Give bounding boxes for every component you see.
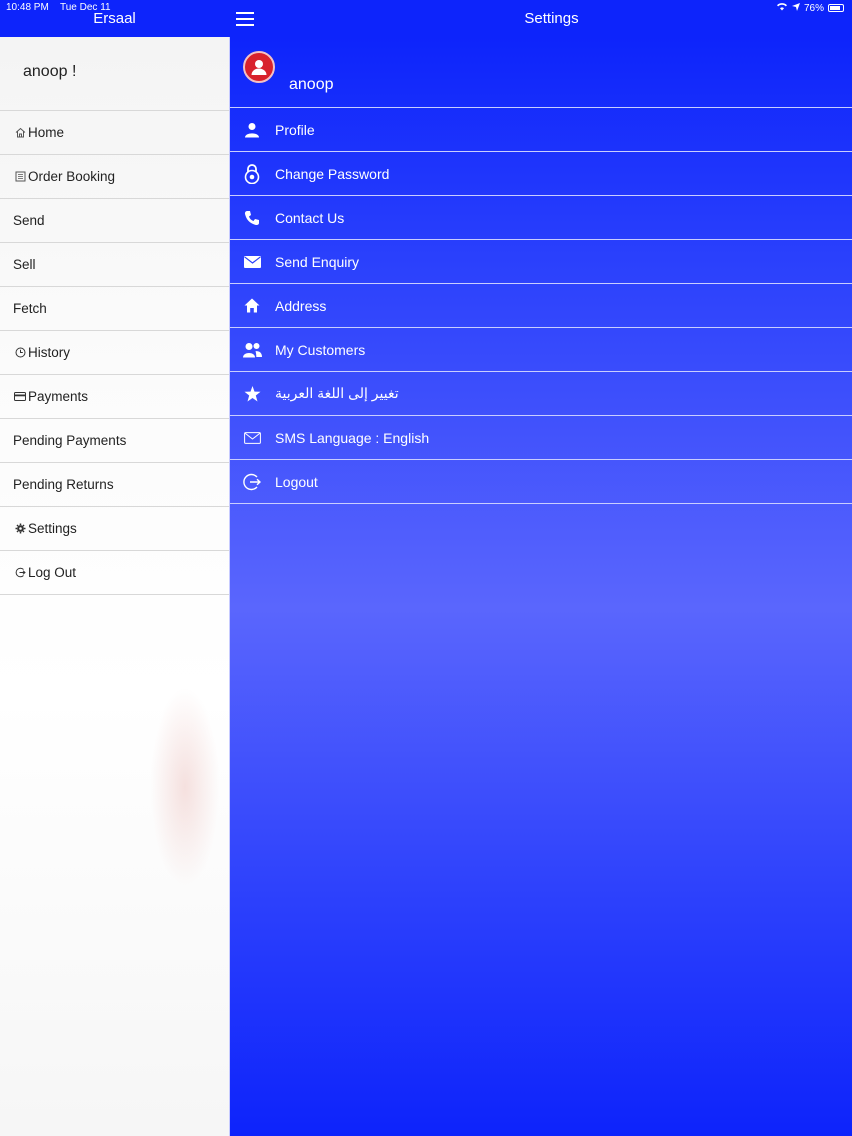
star-icon bbox=[230, 385, 274, 402]
gear-icon bbox=[13, 523, 27, 534]
settings-item-logout[interactable]: Logout bbox=[230, 460, 852, 504]
drawer-item-pending-returns[interactable]: Pending Returns bbox=[0, 463, 229, 507]
profile-header: anoop bbox=[230, 37, 852, 108]
drawer-item-send[interactable]: Send bbox=[0, 199, 229, 243]
people-icon bbox=[230, 342, 274, 358]
drawer-item-order-booking[interactable]: Order Booking bbox=[0, 155, 229, 199]
settings-panel: anoop Profile Change Password Contact Us… bbox=[229, 37, 852, 1136]
settings-item-label: Address bbox=[275, 297, 327, 314]
settings-item-label: Contact Us bbox=[275, 209, 345, 226]
envelope-icon bbox=[230, 255, 274, 268]
drawer-item-pending-payments[interactable]: Pending Payments bbox=[0, 419, 229, 463]
lock-icon bbox=[230, 163, 274, 184]
home-outline-icon bbox=[13, 127, 27, 138]
drawer-item-label: Send bbox=[13, 213, 45, 228]
drawer-item-fetch[interactable]: Fetch bbox=[0, 287, 229, 331]
drawer-background-image bbox=[150, 687, 220, 887]
drawer-greeting: anoop ! bbox=[0, 37, 229, 111]
list-icon bbox=[13, 171, 27, 182]
clock-icon bbox=[13, 347, 27, 358]
avatar-icon[interactable] bbox=[243, 51, 275, 83]
settings-item-label: Change Password bbox=[275, 165, 390, 182]
drawer-item-label: Home bbox=[28, 125, 65, 140]
drawer-item-payments[interactable]: Payments bbox=[0, 375, 229, 419]
logout-icon bbox=[13, 567, 27, 578]
settings-item-label: My Customers bbox=[275, 341, 366, 358]
settings-item-my-customers[interactable]: My Customers bbox=[230, 328, 852, 372]
app-title: Ersaal bbox=[93, 10, 136, 27]
drawer-item-home[interactable]: Home bbox=[0, 111, 229, 155]
drawer-item-history[interactable]: History bbox=[0, 331, 229, 375]
home-icon bbox=[230, 298, 274, 313]
username: anoop bbox=[289, 76, 334, 93]
drawer-item-label: Settings bbox=[28, 521, 77, 536]
settings-item-address[interactable]: Address bbox=[230, 284, 852, 328]
settings-item-change-language[interactable]: تغيير إلى اللغة العربية bbox=[230, 372, 852, 416]
side-drawer: anoop ! Home Order Booking Send Sell Fet… bbox=[0, 37, 229, 1136]
top-bar: 10:48 PM Tue Dec 11 76% Ersaal Settings bbox=[0, 0, 852, 37]
settings-item-profile[interactable]: Profile bbox=[230, 108, 852, 152]
drawer-item-label: History bbox=[28, 345, 71, 360]
drawer-item-log-out[interactable]: Log Out bbox=[0, 551, 229, 595]
drawer-item-label: Fetch bbox=[13, 301, 47, 316]
logout-icon bbox=[230, 473, 274, 491]
drawer-item-label: Pending Returns bbox=[13, 477, 114, 492]
drawer-item-label: Pending Payments bbox=[13, 433, 127, 448]
settings-item-label: Logout bbox=[275, 473, 318, 490]
phone-icon bbox=[230, 210, 274, 226]
settings-item-contact-us[interactable]: Contact Us bbox=[230, 196, 852, 240]
drawer-item-label: Log Out bbox=[28, 565, 77, 580]
drawer-item-settings[interactable]: Settings bbox=[0, 507, 229, 551]
drawer-item-label: Payments bbox=[28, 389, 89, 404]
drawer-item-label: Order Booking bbox=[28, 169, 116, 184]
card-icon bbox=[13, 392, 27, 401]
mail-outline-icon bbox=[230, 431, 274, 444]
settings-item-send-enquiry[interactable]: Send Enquiry bbox=[230, 240, 852, 284]
drawer-item-label: Sell bbox=[13, 257, 36, 272]
settings-item-label: تغيير إلى اللغة العربية bbox=[275, 385, 399, 401]
settings-item-label: Profile bbox=[275, 121, 315, 138]
drawer-item-sell[interactable]: Sell bbox=[0, 243, 229, 287]
settings-item-sms-language[interactable]: SMS Language : English bbox=[230, 416, 852, 460]
settings-item-label: SMS Language : English bbox=[275, 429, 430, 446]
settings-item-change-password[interactable]: Change Password bbox=[230, 152, 852, 196]
settings-item-label: Send Enquiry bbox=[275, 253, 360, 270]
page-title: Settings bbox=[524, 10, 579, 27]
person-icon bbox=[230, 122, 274, 138]
